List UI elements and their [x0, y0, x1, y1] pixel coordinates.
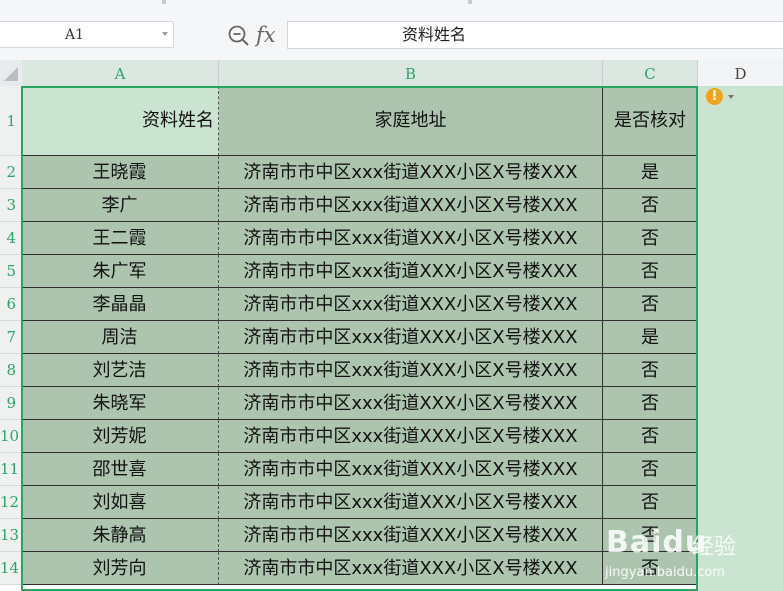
checked-cell[interactable]: 否 — [603, 387, 698, 420]
address-cell[interactable]: 济南市市中区xxx街道XXX小区X号楼XXX — [219, 486, 603, 519]
address-cell[interactable]: 济南市市中区xxx街道XXX小区X号楼XXX — [219, 453, 603, 486]
column-header-d[interactable]: D — [698, 60, 783, 86]
zoom-search-icon[interactable] — [227, 24, 251, 48]
checked-cell[interactable]: 否 — [603, 255, 698, 288]
column-d-cells[interactable] — [698, 86, 783, 591]
address-cell[interactable]: 济南市市中区xxx街道XXX小区X号楼XXX — [219, 519, 603, 552]
address-cell[interactable]: 济南市市中区xxx街道XXX小区X号楼XXX — [219, 552, 603, 585]
checked-cell[interactable]: 否 — [603, 519, 698, 552]
header-cell-checked[interactable]: 是否核对 — [603, 86, 698, 156]
warning-icon[interactable]: ! — [704, 87, 734, 107]
checked-cell[interactable]: 否 — [603, 354, 698, 387]
name-box[interactable]: A1 — [0, 21, 174, 48]
header-cell-name[interactable]: 资料姓名 — [21, 86, 219, 156]
row-header[interactable]: 6 — [0, 288, 22, 321]
column-header-b[interactable]: B — [219, 60, 603, 86]
chevron-down-icon[interactable] — [728, 95, 734, 99]
address-cell[interactable]: 济南市市中区xxx街道XXX小区X号楼XXX — [219, 222, 603, 255]
column-header-a[interactable]: A — [22, 60, 219, 86]
row-header[interactable]: 3 — [0, 189, 22, 222]
checked-cell[interactable]: 否 — [603, 420, 698, 453]
chevron-down-icon[interactable] — [162, 32, 168, 36]
name-cell[interactable]: 刘如喜 — [21, 486, 219, 519]
checked-cell[interactable]: 否 — [603, 189, 698, 222]
row-header[interactable]: 7 — [0, 321, 22, 354]
name-cell[interactable]: 刘芳向 — [21, 552, 219, 585]
checked-cell[interactable]: 否 — [603, 222, 698, 255]
row-header[interactable]: 8 — [0, 354, 22, 387]
row-header[interactable]: 5 — [0, 255, 22, 288]
formula-bar: A1 fx 资料姓名 — [0, 14, 783, 60]
insert-function-button[interactable]: fx — [256, 22, 282, 48]
checked-cell[interactable]: 否 — [603, 288, 698, 321]
ribbon-edge — [0, 0, 783, 14]
row-header[interactable]: 10 — [0, 420, 22, 453]
checked-cell[interactable]: 是 — [603, 321, 698, 354]
name-cell[interactable]: 李晶晶 — [21, 288, 219, 321]
name-cell[interactable]: 李广 — [21, 189, 219, 222]
row-header[interactable]: 11 — [0, 453, 22, 486]
address-cell[interactable]: 济南市市中区xxx街道XXX小区X号楼XXX — [219, 420, 603, 453]
name-cell[interactable]: 王二霞 — [21, 222, 219, 255]
address-cell[interactable]: 济南市市中区xxx街道XXX小区X号楼XXX — [219, 321, 603, 354]
row-header[interactable]: 12 — [0, 486, 22, 519]
name-cell[interactable]: 刘芳妮 — [21, 420, 219, 453]
row-header[interactable]: 2 — [0, 156, 22, 189]
name-cell[interactable]: 王晓霞 — [21, 156, 219, 189]
checked-cell[interactable]: 是 — [603, 156, 698, 189]
name-cell[interactable]: 邵世喜 — [21, 453, 219, 486]
row-header[interactable]: 1 — [0, 86, 22, 156]
name-cell[interactable]: 周洁 — [21, 321, 219, 354]
checked-cell[interactable]: 否 — [603, 486, 698, 519]
column-header-c[interactable]: C — [603, 60, 698, 86]
address-cell[interactable]: 济南市市中区xxx街道XXX小区X号楼XXX — [219, 255, 603, 288]
checked-cell[interactable]: 否 — [603, 453, 698, 486]
name-cell[interactable]: 朱静高 — [21, 519, 219, 552]
row-header[interactable]: 4 — [0, 222, 22, 255]
select-all-corner[interactable] — [0, 60, 22, 86]
checked-cell[interactable]: 否 — [603, 552, 698, 585]
name-cell[interactable]: 朱广军 — [21, 255, 219, 288]
row-header[interactable]: 13 — [0, 519, 22, 552]
row-header[interactable]: 9 — [0, 387, 22, 420]
address-cell[interactable]: 济南市市中区xxx街道XXX小区X号楼XXX — [219, 387, 603, 420]
address-cell[interactable]: 济南市市中区xxx街道XXX小区X号楼XXX — [219, 354, 603, 387]
row-header[interactable]: 14 — [0, 552, 22, 585]
name-cell[interactable]: 朱晓军 — [21, 387, 219, 420]
name-cell[interactable]: 刘艺洁 — [21, 354, 219, 387]
formula-input[interactable]: 资料姓名 — [287, 21, 783, 49]
address-cell[interactable]: 济南市市中区xxx街道XXX小区X号楼XXX — [219, 156, 603, 189]
header-cell-address[interactable]: 家庭地址 — [219, 86, 603, 156]
name-box-value: A1 — [65, 27, 85, 43]
address-cell[interactable]: 济南市市中区xxx街道XXX小区X号楼XXX — [219, 288, 603, 321]
address-cell[interactable]: 济南市市中区xxx街道XXX小区X号楼XXX — [219, 189, 603, 222]
